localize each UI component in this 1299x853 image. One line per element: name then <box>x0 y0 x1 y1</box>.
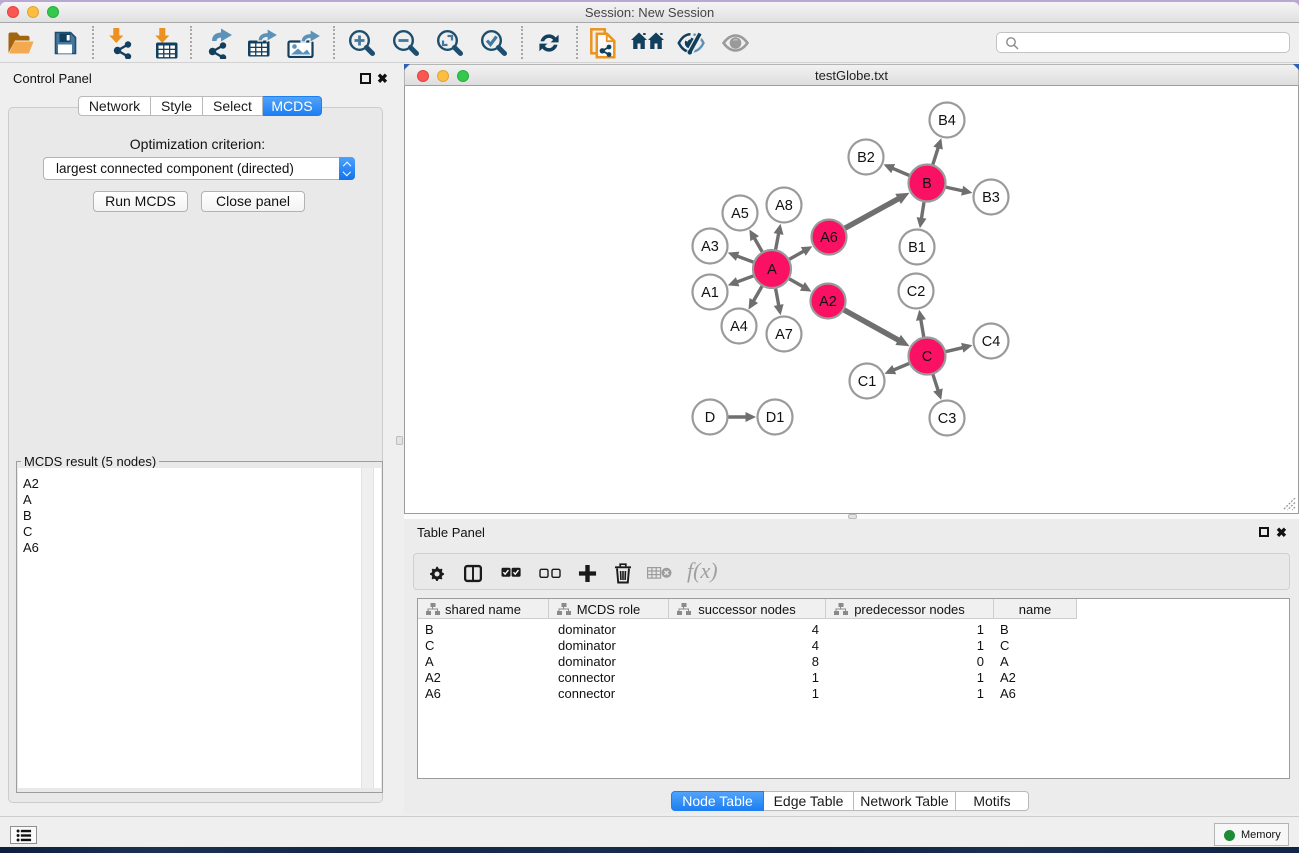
svg-text:A2: A2 <box>819 294 837 310</box>
svg-text:D: D <box>705 410 715 426</box>
svg-text:C1: C1 <box>858 374 877 390</box>
svg-text:B4: B4 <box>938 113 956 129</box>
svg-text:C4: C4 <box>982 334 1001 350</box>
svg-text:A7: A7 <box>775 327 793 343</box>
svg-text:A4: A4 <box>730 319 748 335</box>
svg-text:A: A <box>767 262 777 278</box>
svg-text:A6: A6 <box>820 230 838 246</box>
svg-text:A5: A5 <box>731 206 749 222</box>
svg-text:C2: C2 <box>907 284 926 300</box>
svg-text:A3: A3 <box>701 239 719 255</box>
svg-text:B3: B3 <box>982 190 1000 206</box>
svg-text:B: B <box>922 176 932 192</box>
svg-text:D1: D1 <box>766 410 785 426</box>
svg-text:A8: A8 <box>775 198 793 214</box>
svg-text:C3: C3 <box>938 411 957 427</box>
svg-text:C: C <box>922 349 932 365</box>
svg-text:B2: B2 <box>857 150 875 166</box>
svg-text:A1: A1 <box>701 285 719 301</box>
svg-text:B1: B1 <box>908 240 926 256</box>
